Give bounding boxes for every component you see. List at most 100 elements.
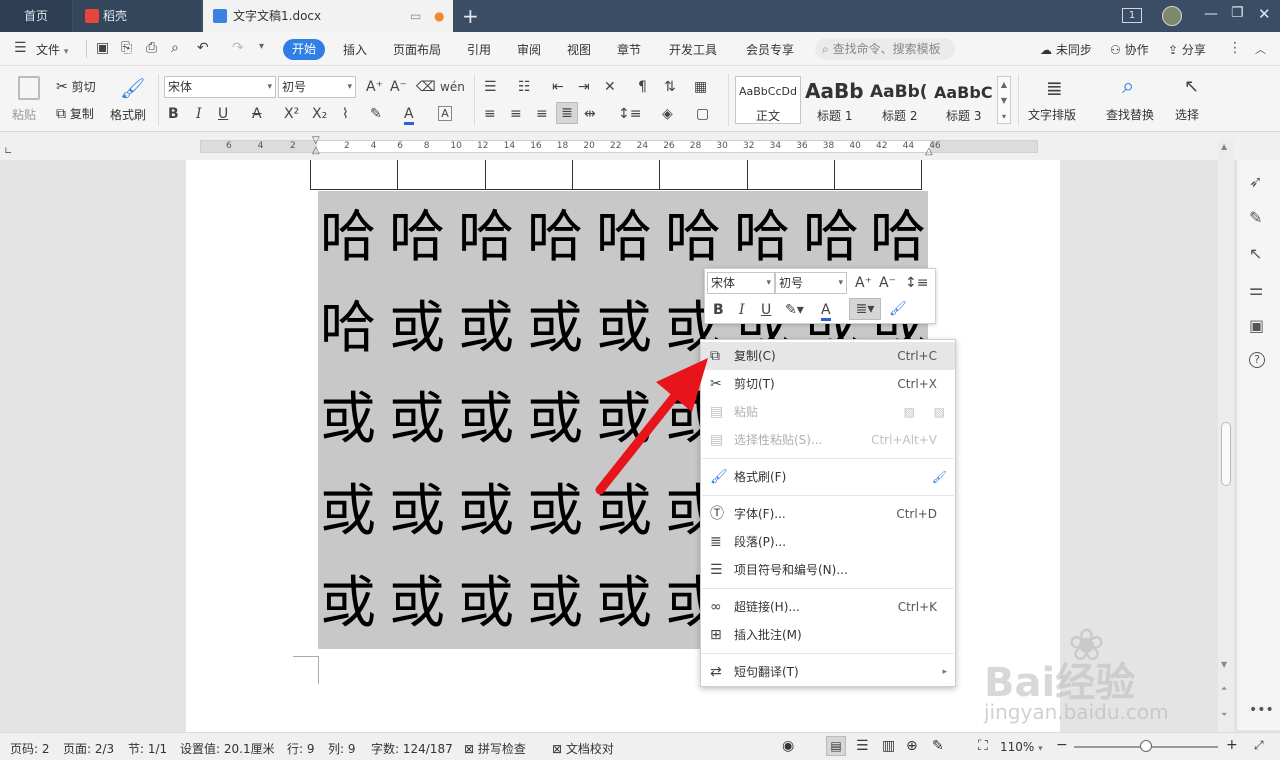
mini-font-size-select[interactable]: 初号 bbox=[775, 272, 847, 294]
char-shading-icon[interactable]: A bbox=[438, 106, 452, 121]
bold-icon[interactable]: B bbox=[168, 106, 179, 122]
styles-scroll[interactable]: ▲ ▼ ▾ bbox=[997, 76, 1011, 124]
strikethrough-icon[interactable]: A bbox=[252, 106, 262, 122]
clear-format-icon[interactable]: ⌫ bbox=[416, 79, 436, 95]
mini-grow-font-icon[interactable]: A⁺ bbox=[855, 275, 872, 291]
export-icon[interactable]: ⎘ bbox=[121, 40, 132, 56]
tab-developer[interactable]: 开发工具 bbox=[669, 41, 717, 58]
format-painter-lock-icon[interactable]: 🖌 bbox=[932, 463, 947, 491]
cut-button[interactable]: ✂ 剪切 bbox=[56, 78, 96, 95]
shrink-font-icon[interactable]: A⁻ bbox=[390, 79, 407, 95]
justify-icon[interactable]: ≣ bbox=[556, 102, 578, 124]
save-icon[interactable]: ▣ bbox=[96, 40, 109, 56]
command-search[interactable]: ⌕ 查找命令、搜索模板 bbox=[815, 38, 955, 60]
horizontal-ruler[interactable]: ∟ 6 4 2 2 4 6 8 10 12 14 16 18 20 22 24 26 28 30 32 34 36 38 4… bbox=[0, 132, 1280, 160]
menu-item-paste-special[interactable]: ▤ 选择性粘贴(S)... Ctrl+Alt+V bbox=[701, 426, 955, 454]
mini-bold-icon[interactable]: B bbox=[713, 302, 724, 318]
style-normal[interactable]: AaBbCcDd 正文 bbox=[735, 76, 801, 124]
menu-item-paste[interactable]: ▤ 粘贴 ▨ ▧ bbox=[701, 398, 955, 426]
new-tab-button[interactable]: + bbox=[462, 4, 479, 28]
phonetic-icon[interactable]: wén bbox=[440, 79, 465, 95]
more-options-icon[interactable]: ⋮ bbox=[1228, 40, 1242, 56]
table-cell[interactable] bbox=[310, 160, 398, 190]
status-position[interactable]: 设置值: 20.1厘米 bbox=[180, 740, 275, 757]
proofread-button[interactable]: ⊠ 文档校对 bbox=[552, 740, 614, 757]
paste-keep-format-icon[interactable]: ▨ bbox=[904, 398, 915, 426]
zoom-in-button[interactable]: + bbox=[1226, 737, 1238, 753]
web-view-icon[interactable]: ⊕ bbox=[906, 738, 918, 754]
share-button[interactable]: ⇪ 分享 bbox=[1168, 41, 1206, 58]
find-replace-button[interactable]: ⌕ 查找替换 bbox=[1104, 74, 1166, 126]
tab-document[interactable]: 文字文稿1.docx ▭ ● bbox=[203, 0, 453, 32]
menu-item-copy[interactable]: ⧉ 复制(C) Ctrl+C bbox=[701, 342, 955, 370]
table-style-icon[interactable]: ▦ bbox=[694, 79, 707, 95]
style-heading-1[interactable]: AaBb 标题 1 bbox=[802, 76, 866, 124]
user-avatar[interactable] bbox=[1162, 6, 1182, 26]
mini-line-spacing-icon[interactable]: ↕≡ bbox=[905, 275, 928, 291]
font-color-icon[interactable]: A bbox=[404, 106, 414, 125]
tab-daoke[interactable]: 稻壳 bbox=[73, 0, 201, 32]
undo-icon[interactable]: ↶ bbox=[197, 40, 209, 56]
distribute-icon[interactable]: ⇹ bbox=[584, 106, 596, 122]
more-horizontal-icon[interactable]: ••• bbox=[1249, 702, 1274, 718]
prev-page-icon[interactable]: ⏶ bbox=[1221, 684, 1227, 694]
scroll-down-icon[interactable]: ▼ bbox=[1221, 660, 1227, 669]
mini-italic-icon[interactable]: I bbox=[739, 302, 745, 318]
redo-icon[interactable]: ↷ bbox=[232, 40, 244, 56]
show-marks-icon[interactable]: ¶ bbox=[638, 79, 647, 95]
help-icon[interactable]: ? bbox=[1249, 352, 1265, 368]
next-page-icon[interactable]: ⏷ bbox=[1221, 710, 1227, 720]
sort-icon[interactable]: ⇅ bbox=[664, 79, 676, 95]
grow-font-icon[interactable]: A⁺ bbox=[366, 79, 383, 95]
menu-item-hyperlink[interactable]: ∞ 超链接(H)... Ctrl+K bbox=[701, 593, 955, 621]
tab-member[interactable]: 会员专享 bbox=[746, 41, 794, 58]
superscript-icon[interactable]: X² bbox=[284, 106, 299, 122]
copy-button[interactable]: ⧉ 复制 bbox=[56, 105, 94, 122]
underline-icon[interactable]: U bbox=[218, 106, 228, 122]
mini-format-painter-icon[interactable]: 🖌 bbox=[889, 301, 907, 317]
print-icon[interactable]: ⎙ bbox=[146, 40, 157, 56]
menu-item-font[interactable]: Ⓣ 字体(F)... Ctrl+D bbox=[701, 500, 955, 528]
align-right-icon[interactable]: ≡ bbox=[536, 106, 548, 122]
rocket-icon[interactable]: ➶ bbox=[1249, 172, 1262, 191]
collapse-ribbon-icon[interactable]: ︿ bbox=[1255, 41, 1266, 57]
print-preview-icon[interactable]: ⌕ bbox=[171, 40, 179, 56]
menu-item-format-painter[interactable]: 🖌 格式刷(F) 🖌 bbox=[701, 463, 955, 491]
window-count-badge[interactable]: 1 bbox=[1122, 8, 1142, 23]
write-mode-icon[interactable]: ✎ bbox=[932, 738, 944, 754]
tab-insert[interactable]: 插入 bbox=[343, 41, 367, 58]
inbox-icon[interactable]: ▣ bbox=[1249, 316, 1264, 335]
mini-font-name-select[interactable]: 宋体 bbox=[707, 272, 775, 294]
menu-item-translate[interactable]: ⇄ 短句翻译(T) ▸ bbox=[701, 658, 955, 686]
italic-icon[interactable]: I bbox=[196, 106, 202, 122]
tab-references[interactable]: 引用 bbox=[467, 41, 491, 58]
tab-chapter[interactable]: 章节 bbox=[617, 41, 641, 58]
scroll-thumb[interactable] bbox=[1221, 422, 1231, 486]
font-name-select[interactable]: 宋体 bbox=[164, 76, 276, 98]
read-view-icon[interactable]: ▥ bbox=[882, 738, 895, 754]
mini-align-icon[interactable]: ≣▾ bbox=[849, 298, 881, 320]
bullet-list-icon[interactable]: ☰ bbox=[484, 79, 497, 95]
borders-icon[interactable]: ▢ bbox=[696, 106, 709, 122]
status-word-count[interactable]: 字数: 124/187 bbox=[371, 740, 453, 757]
tab-screen-icon[interactable]: ▭ bbox=[410, 0, 421, 32]
indent-marker-right[interactable]: △ bbox=[925, 146, 933, 157]
vertical-scrollbar[interactable]: ▲ ▼ ⏶ ⏷ bbox=[1218, 140, 1234, 732]
tab-page-layout[interactable]: 页面布局 bbox=[393, 41, 441, 58]
status-pages[interactable]: 页面: 2/3 bbox=[63, 740, 114, 757]
menu-item-cut[interactable]: ✂ 剪切(T) Ctrl+X bbox=[701, 370, 955, 398]
select-button[interactable]: ↖ 选择 bbox=[1172, 74, 1212, 126]
chinese-layout-icon[interactable]: ✕ bbox=[604, 79, 616, 95]
paste-button[interactable]: 粘贴 bbox=[12, 74, 48, 126]
tab-start[interactable]: 开始 bbox=[283, 39, 325, 60]
table-cell[interactable] bbox=[659, 160, 748, 190]
style-heading-2[interactable]: AaBb( 标题 2 bbox=[867, 76, 929, 124]
table-cell[interactable] bbox=[834, 160, 922, 190]
eye-protect-icon[interactable]: ◉ bbox=[782, 738, 794, 754]
decrease-indent-icon[interactable]: ⇤ bbox=[552, 79, 564, 95]
status-section[interactable]: 节: 1/1 bbox=[128, 740, 167, 757]
file-menu[interactable]: 文件 ▾ bbox=[36, 41, 68, 58]
paste-text-only-icon[interactable]: ▧ bbox=[934, 398, 945, 426]
status-page-number[interactable]: 页码: 2 bbox=[10, 740, 50, 757]
line-spacing-icon[interactable]: ↕≡ bbox=[618, 106, 641, 122]
